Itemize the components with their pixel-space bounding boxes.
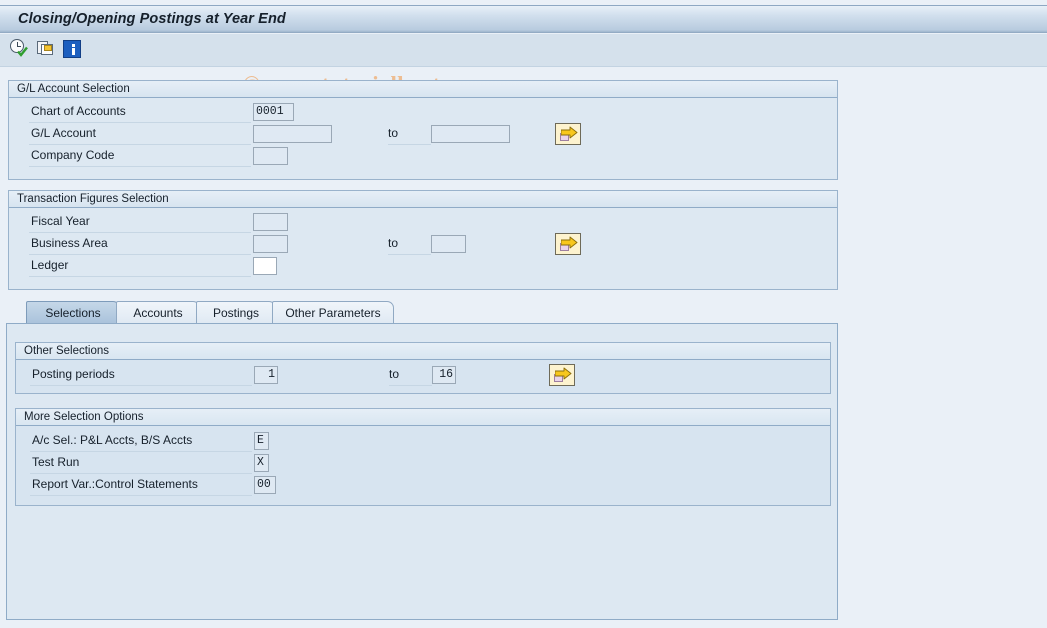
arrow-right-icon bbox=[555, 367, 572, 380]
sheet-highlight bbox=[44, 45, 52, 51]
arrow-right-icon bbox=[561, 236, 578, 249]
input-gl-account-from[interactable] bbox=[253, 125, 332, 143]
green-check-icon bbox=[17, 46, 28, 57]
label-ledger: Ledger bbox=[29, 256, 251, 277]
arrow-right-icon bbox=[561, 126, 578, 139]
label-company-code: Company Code bbox=[29, 146, 251, 167]
field-row-business-area: Business Area to bbox=[29, 234, 589, 256]
gl-account-selection-title: G/L Account Selection bbox=[9, 81, 837, 98]
multiple-selection-icon[interactable] bbox=[36, 38, 56, 58]
other-selections-group: Other Selections Posting periods 1 to 16 bbox=[15, 342, 831, 394]
more-selection-options-group: More Selection Options A/c Sel.: P&L Acc… bbox=[15, 408, 831, 506]
label-business-area: Business Area bbox=[29, 234, 251, 255]
field-row-posting-periods: Posting periods 1 to 16 bbox=[30, 365, 590, 387]
label-chart-of-accounts: Chart of Accounts bbox=[29, 102, 251, 123]
execute-icon[interactable] bbox=[9, 38, 29, 58]
input-posting-periods-to[interactable]: 16 bbox=[432, 366, 456, 384]
more-selection-options-body: A/c Sel.: P&L Accts, B/S Accts E Test Ru… bbox=[16, 426, 830, 504]
info-stem bbox=[71, 48, 75, 55]
input-chart-of-accounts[interactable]: 0001 bbox=[253, 103, 294, 121]
posting-periods-multiple-selection-button[interactable] bbox=[549, 364, 575, 386]
gl-account-selection-group: G/L Account Selection Chart of Accounts … bbox=[8, 80, 838, 180]
tab-panel-selections: Other Selections Posting periods 1 to 16… bbox=[6, 323, 838, 620]
toolbar-button-group bbox=[9, 38, 81, 58]
more-selection-options-title: More Selection Options bbox=[16, 409, 830, 426]
field-row-report-var: Report Var.:Control Statements 00 bbox=[30, 475, 350, 497]
tab-strip: Selections Accounts Postings Other Param… bbox=[6, 301, 838, 324]
label-test-run: Test Run bbox=[30, 453, 252, 474]
input-report-var[interactable]: 00 bbox=[254, 476, 276, 494]
field-row-test-run: Test Run X bbox=[30, 453, 350, 475]
other-selections-title: Other Selections bbox=[16, 343, 830, 360]
tab-postings-label: Postings bbox=[212, 306, 260, 320]
tab-accounts-label: Accounts bbox=[133, 306, 183, 320]
input-ac-sel[interactable]: E bbox=[254, 432, 269, 450]
input-ledger[interactable] bbox=[253, 257, 277, 275]
label-posting-periods-to: to bbox=[389, 365, 432, 386]
gl-account-multiple-selection-button[interactable] bbox=[555, 123, 581, 145]
label-business-area-to: to bbox=[388, 234, 431, 255]
input-test-run[interactable]: X bbox=[254, 454, 269, 472]
transaction-figures-selection-title: Transaction Figures Selection bbox=[9, 191, 837, 208]
tab-accounts[interactable]: Accounts bbox=[116, 301, 200, 324]
field-row-company-code: Company Code bbox=[29, 146, 589, 168]
input-fiscal-year[interactable] bbox=[253, 213, 288, 231]
label-gl-account: G/L Account bbox=[29, 124, 251, 145]
transaction-figures-selection-group: Transaction Figures Selection Fiscal Yea… bbox=[8, 190, 838, 290]
label-ac-sel: A/c Sel.: P&L Accts, B/S Accts bbox=[30, 431, 252, 452]
tab-other-parameters[interactable]: Other Parameters bbox=[272, 301, 394, 324]
window-title-bar: Closing/Opening Postings at Year End bbox=[0, 5, 1047, 33]
gl-account-selection-body: Chart of Accounts 0001 G/L Account to Co… bbox=[9, 98, 837, 178]
application-toolbar: © www.tutorialkart.com bbox=[0, 34, 1047, 97]
info-dot bbox=[71, 43, 75, 47]
input-business-area-to[interactable] bbox=[431, 235, 466, 253]
tab-postings[interactable]: Postings bbox=[196, 301, 276, 324]
tab-other-parameters-label: Other Parameters bbox=[285, 306, 381, 320]
label-fiscal-year: Fiscal Year bbox=[29, 212, 251, 233]
transaction-figures-multiple-selection-button[interactable] bbox=[555, 233, 581, 255]
page-title: Closing/Opening Postings at Year End bbox=[18, 11, 286, 27]
input-gl-account-to[interactable] bbox=[431, 125, 510, 143]
input-company-code[interactable] bbox=[253, 147, 288, 165]
field-row-gl-account: G/L Account to bbox=[29, 124, 589, 146]
label-posting-periods: Posting periods bbox=[30, 365, 252, 386]
input-posting-periods-from[interactable]: 1 bbox=[254, 366, 278, 384]
label-gl-account-to: to bbox=[388, 124, 431, 145]
other-selections-body: Posting periods 1 to 16 bbox=[16, 360, 830, 392]
label-report-var: Report Var.:Control Statements bbox=[30, 475, 252, 496]
transaction-figures-selection-body: Fiscal Year Business Area to Ledger bbox=[9, 208, 837, 288]
field-row-chart-of-accounts: Chart of Accounts 0001 bbox=[29, 102, 589, 124]
field-row-fiscal-year: Fiscal Year bbox=[29, 212, 589, 234]
input-business-area-from[interactable] bbox=[253, 235, 288, 253]
tab-selections[interactable]: Selections bbox=[26, 301, 120, 324]
field-row-ac-sel: A/c Sel.: P&L Accts, B/S Accts E bbox=[30, 431, 350, 453]
info-icon[interactable] bbox=[63, 39, 81, 58]
field-row-ledger: Ledger bbox=[29, 256, 589, 278]
tab-selections-label: Selections bbox=[45, 306, 101, 320]
